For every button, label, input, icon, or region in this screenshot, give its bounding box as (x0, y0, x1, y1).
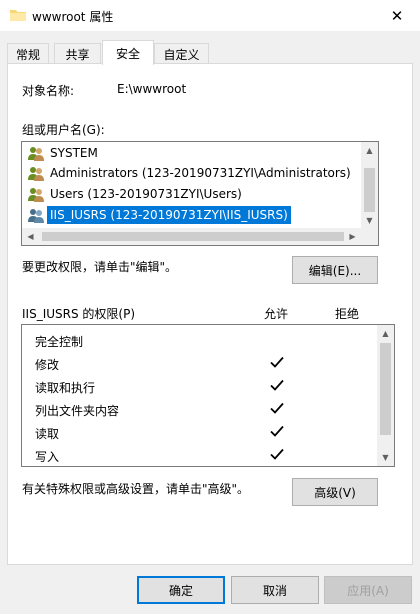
scroll-down-icon[interactable]: ▼ (361, 212, 378, 229)
scroll-thumb[interactable] (380, 343, 391, 435)
permission-row: 修改 (22, 352, 378, 375)
scroll-corner (361, 228, 378, 245)
ok-button[interactable]: 确定 (137, 576, 225, 604)
allow-check-icon (268, 353, 286, 371)
permissions-list: 完全控制修改读取和执行列出文件夹内容 读取写入 ▲ ▼ (21, 324, 395, 467)
object-name-label: 对象名称: (22, 84, 75, 98)
users-icon (28, 188, 44, 202)
allow-check-icon (268, 445, 286, 463)
list-item-iis-iusrs[interactable]: IIS_IUSRS (123-20190731ZYI\IIS_IUSRS) (27, 205, 361, 225)
tab-security[interactable]: 安全 (102, 40, 154, 65)
tab-general[interactable]: 常规 (7, 43, 49, 64)
cancel-button[interactable]: 取消 (231, 576, 319, 604)
list-vertical-scrollbar[interactable]: ▲ ▼ (361, 142, 378, 229)
scroll-up-icon[interactable]: ▲ (377, 325, 394, 342)
list-horizontal-scrollbar[interactable]: ◀ ▶ (22, 228, 361, 245)
scroll-thumb[interactable] (364, 168, 375, 212)
title-bar: wwwroot 属性 ✕ (0, 0, 420, 31)
allow-check-icon (268, 399, 286, 417)
deny-column-header: 拒绝 (335, 307, 360, 321)
list-item-administrators[interactable]: Administrators (123-20190731ZYI\Administ… (27, 163, 361, 183)
scroll-right-icon[interactable]: ▶ (344, 228, 361, 245)
tab-strip: 常规 共享 安全 自定义 (7, 40, 413, 65)
allow-column-header: 允许 (264, 307, 289, 321)
change-permissions-hint: 要更改权限，请单击"编辑"。 (22, 260, 178, 274)
object-name-value: E:\wwwroot (117, 82, 187, 96)
allow-check-icon (268, 376, 286, 394)
edit-button[interactable]: 编辑(E)... (292, 256, 378, 284)
allow-check-icon (268, 422, 286, 440)
close-icon: ✕ (390, 6, 404, 25)
list-item-system[interactable]: SYSTEM (27, 143, 361, 163)
permission-name: 写入 (35, 450, 60, 464)
permissions-label: IIS_IUSRS 的权限(P) (22, 307, 136, 321)
users-icon (28, 147, 44, 161)
permission-name: 读取和执行 (35, 381, 96, 395)
folder-icon (10, 10, 26, 21)
group-list-label: 组或用户名(G): (22, 123, 105, 137)
tab-customize[interactable]: 自定义 (154, 43, 209, 64)
advanced-settings-hint: 有关特殊权限或高级设置，请单击"高级"。 (22, 482, 250, 496)
permission-name: 读取 (35, 427, 60, 441)
permission-row: 完全控制 (22, 329, 378, 352)
list-item-users[interactable]: Users (123-20190731ZYI\Users) (27, 184, 361, 204)
scroll-left-icon[interactable]: ◀ (22, 228, 39, 245)
permission-row: 列出文件夹内容 (22, 398, 378, 421)
window-title: wwwroot 属性 (32, 10, 114, 24)
group-user-list[interactable]: SYSTEM Administrators (123-20190731ZYI\A… (21, 141, 379, 246)
permission-row: 写入 (22, 444, 378, 467)
permission-row: 读取 (22, 421, 378, 444)
scroll-down-icon[interactable]: ▼ (377, 449, 394, 466)
permission-name: 完全控制 (35, 335, 84, 349)
permissions-vertical-scrollbar[interactable]: ▲ ▼ (377, 325, 394, 466)
permission-row: 读取和执行 (22, 375, 378, 398)
users-icon (28, 167, 44, 181)
close-button[interactable]: ✕ (374, 0, 420, 31)
users-icon (28, 209, 44, 223)
scroll-up-icon[interactable]: ▲ (361, 142, 378, 159)
permission-name: 列出文件夹内容 (35, 404, 120, 418)
tab-sharing[interactable]: 共享 (54, 43, 101, 64)
apply-button: 应用(A) (324, 576, 412, 604)
advanced-button[interactable]: 高级(V) (292, 478, 378, 506)
permission-name: 修改 (35, 358, 60, 372)
scroll-thumb[interactable] (42, 232, 344, 241)
